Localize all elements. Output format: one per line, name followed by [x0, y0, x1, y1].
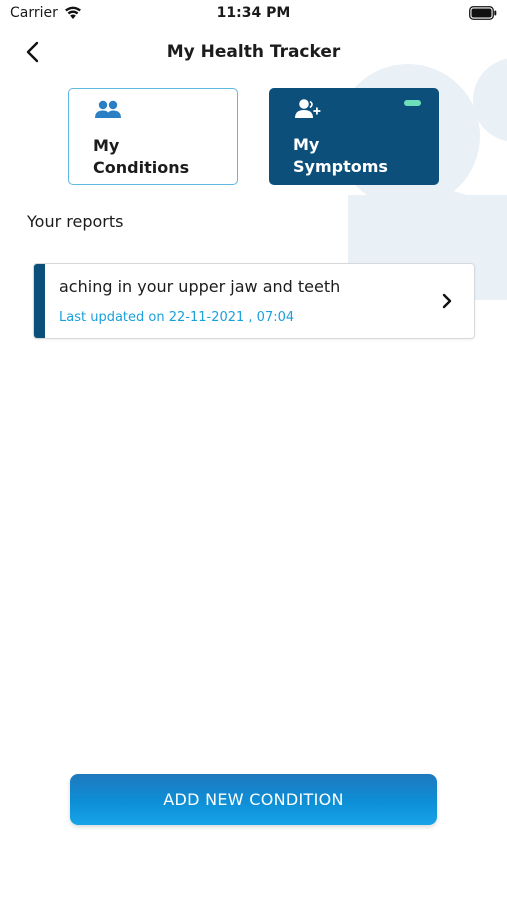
selected-indicator	[404, 100, 421, 106]
tab-label-line1: My	[293, 135, 320, 154]
page-title: My Health Tracker	[166, 42, 341, 62]
tab-my-symptoms-label: My Symptoms	[293, 134, 423, 178]
tab-label-line2: Symptoms	[293, 157, 388, 176]
reports-heading: Your reports	[27, 212, 124, 231]
tab-label-line2: Conditions	[93, 158, 190, 177]
battery-icon	[469, 6, 497, 20]
nav-header: My Health Tracker	[0, 34, 507, 70]
tab-label-line1: My	[93, 136, 120, 155]
report-last-updated: Last updated on 22-11-2021 , 07:04	[59, 310, 295, 325]
tab-my-symptoms[interactable]: My Symptoms	[269, 88, 439, 185]
status-bar: Carrier 11:34 PM	[0, 0, 507, 28]
screen: Carrier 11:34 PM My Health Tracker My Co…	[0, 0, 507, 900]
add-new-condition-button[interactable]: ADD NEW CONDITION	[70, 774, 437, 825]
tab-my-conditions[interactable]: My Conditions	[68, 88, 238, 185]
add-person-icon	[295, 99, 321, 118]
people-icon	[95, 100, 121, 118]
tab-my-conditions-label: My Conditions	[93, 135, 223, 179]
report-card[interactable]: aching in your upper jaw and teeth Last …	[33, 263, 475, 339]
report-title: aching in your upper jaw and teeth	[59, 277, 341, 296]
chevron-right-icon	[442, 293, 452, 309]
status-time: 11:34 PM	[216, 5, 291, 21]
report-accent-bar	[34, 264, 45, 338]
